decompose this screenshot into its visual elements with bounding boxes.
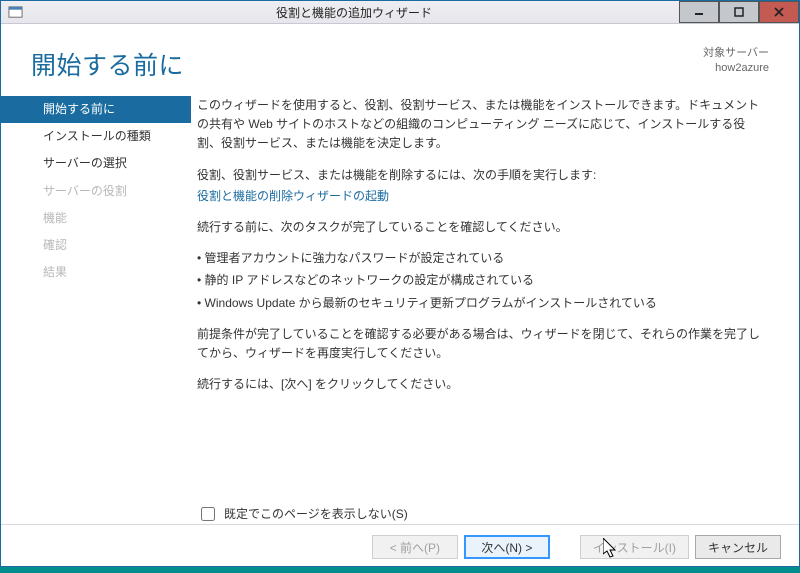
sidebar: 開始する前に インストールの種類 サーバーの選択 サーバーの役割 機能 確認 結… (1, 96, 191, 524)
header: 開始する前に 対象サーバー how2azure (1, 24, 799, 90)
minimize-button[interactable] (679, 1, 719, 23)
titlebar: 役割と機能の追加ウィザード (1, 1, 799, 24)
prereq-item: 管理者アカウントに強力なパスワードが設定されている (197, 249, 769, 268)
app-icon (7, 4, 23, 20)
window-title: 役割と機能の追加ウィザード (29, 4, 679, 21)
close-button[interactable] (759, 1, 799, 23)
remove-lead-text: 役割、役割サービス、または機能を削除するには、次の手順を実行します: (197, 166, 769, 185)
continue-note: 続行するには、[次へ] をクリックしてください。 (197, 375, 769, 394)
footer: < 前へ(P) 次へ(N) > インストール(I) キャンセル (1, 524, 799, 573)
next-button[interactable]: 次へ(N) > (464, 535, 550, 559)
prereq-list: 管理者アカウントに強力なパスワードが設定されている 静的 IP アドレスなどのネ… (197, 249, 769, 313)
install-button: インストール(I) (580, 535, 689, 559)
page-title: 開始する前に (31, 46, 703, 82)
body-content: このウィザードを使用すると、役割、役割サービス、または機能をインストールできます… (191, 96, 789, 524)
previous-button: < 前へ(P) (372, 535, 458, 559)
intro-text: このウィザードを使用すると、役割、役割サービス、または機能をインストールできます… (197, 96, 769, 154)
cancel-button[interactable]: キャンセル (695, 535, 781, 559)
step-before-you-begin[interactable]: 開始する前に (1, 96, 191, 123)
prereq-lead-text: 続行する前に、次のタスクが完了していることを確認してください。 (197, 218, 769, 237)
prereq-item: 静的 IP アドレスなどのネットワークの設定が構成されている (197, 271, 769, 290)
step-results: 結果 (1, 259, 191, 286)
target-server-label: 対象サーバー (703, 46, 769, 61)
target-server-name: how2azure (703, 61, 769, 76)
step-server-roles: サーバーの役割 (1, 178, 191, 205)
prereq-item: Windows Update から最新のセキュリティ更新プログラムがインストール… (197, 294, 769, 313)
target-server-info: 対象サーバー how2azure (703, 46, 769, 77)
skip-page-checkbox[interactable] (201, 507, 215, 521)
step-confirmation: 確認 (1, 232, 191, 259)
step-server-selection[interactable]: サーバーの選択 (1, 150, 191, 177)
wizard-window: 役割と機能の追加ウィザード 開始する前に 対象サーバー how2azure 開始… (0, 0, 800, 567)
maximize-button[interactable] (719, 1, 759, 23)
prereq-note: 前提条件が完了していることを確認する必要がある場合は、ウィザードを閉じて、それら… (197, 325, 769, 363)
skip-page-label[interactable]: 既定でこのページを表示しない(S) (224, 505, 408, 524)
step-installation-type[interactable]: インストールの種類 (1, 123, 191, 150)
remove-roles-link[interactable]: 役割と機能の削除ウィザードの起動 (197, 189, 389, 203)
step-features: 機能 (1, 205, 191, 232)
